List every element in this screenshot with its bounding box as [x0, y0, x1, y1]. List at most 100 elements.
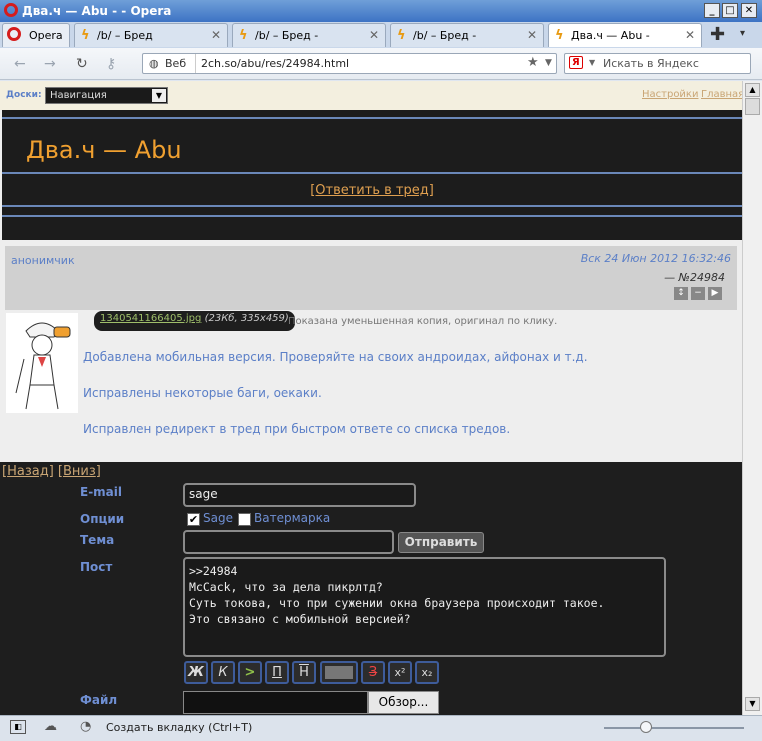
- hide-icon[interactable]: −: [691, 287, 705, 300]
- sage-checkbox[interactable]: ✔: [187, 513, 200, 526]
- post-line: Исправлен редирект в тред при быстром от…: [83, 422, 511, 436]
- file-info-pill: 1340541166405.jpg (23Кб, 335x459): [94, 311, 295, 331]
- close-window-button[interactable]: ✕: [741, 3, 757, 18]
- back-link[interactable]: Назад: [7, 464, 49, 479]
- tab-label: /b/ – Бред -: [413, 29, 477, 42]
- new-tab-button[interactable]: ✚: [710, 24, 725, 45]
- navigation-select[interactable]: Навигация ▼: [45, 87, 168, 104]
- close-tab-icon[interactable]: ✕: [527, 28, 537, 42]
- sage-label: Sage: [203, 511, 233, 525]
- browse-button[interactable]: Обзор...: [368, 691, 439, 714]
- address-bar[interactable]: ◍ Веб 2ch.so/abu/res/24984.html ★ ▼: [142, 53, 557, 74]
- header-divider: [2, 117, 742, 119]
- tab-3[interactable]: ϟ /b/ – Бред - ✕: [390, 23, 544, 47]
- tab-menu-icon[interactable]: ▾: [740, 28, 745, 39]
- strike-button[interactable]: З: [361, 661, 385, 684]
- post-line: Исправлены некоторые баги, оекаки.: [83, 386, 322, 400]
- quote-button[interactable]: >: [238, 661, 262, 684]
- search-engine-dropdown-icon[interactable]: ▼: [589, 58, 595, 67]
- spoiler-block-icon: [325, 666, 353, 679]
- star-icon[interactable]: ★: [527, 55, 539, 70]
- file-size: (23Кб, 335x459): [204, 313, 289, 324]
- maximize-button[interactable]: □: [722, 3, 738, 18]
- close-tab-icon[interactable]: ✕: [685, 28, 695, 42]
- header-divider: [2, 205, 742, 207]
- speed-dial-icon[interactable]: ◔: [80, 719, 91, 734]
- key-icon[interactable]: ⚷: [106, 56, 116, 72]
- back-icon[interactable]: ←: [14, 56, 26, 72]
- subject-label: Тема: [80, 533, 115, 547]
- board-header: Два.ч — Abu [Ответить в тред]: [2, 110, 742, 240]
- tab-4-active[interactable]: ϟ Два.ч — Abu - ✕: [548, 23, 702, 47]
- status-bar: ◧ ☁ ◔ Создать вкладку (Ctrl+T): [0, 715, 762, 741]
- tab-bar: Opera ϟ /b/ – Бред ✕ ϟ /b/ – Бред - ✕ ϟ …: [0, 22, 762, 48]
- tab-label: /b/ – Бред: [97, 29, 153, 42]
- op-post-header: анонимчик Вск 24 Июн 2012 16:32:46 — №24…: [5, 246, 737, 310]
- subscript-button[interactable]: x₂: [415, 661, 439, 684]
- spoiler-button[interactable]: [320, 661, 358, 684]
- bold-button[interactable]: Ж: [184, 661, 208, 684]
- zoom-slider-thumb[interactable]: [640, 721, 652, 733]
- down-link[interactable]: Вниз: [63, 464, 96, 479]
- cloud-icon[interactable]: ☁: [44, 719, 57, 734]
- reply-arrow-icon[interactable]: ▶: [708, 287, 722, 300]
- email-field[interactable]: sage: [183, 483, 416, 507]
- search-box[interactable]: Я ▼ Искать в Яндекс: [564, 53, 751, 74]
- scroll-down-icon[interactable]: ▼: [745, 697, 760, 711]
- file-label: Файл: [80, 693, 118, 707]
- tab-1[interactable]: ϟ /b/ – Бред ✕: [74, 23, 228, 47]
- reply-form: [Назад] [Вниз] E-mail sage Опции ✔ Sage …: [0, 462, 742, 715]
- close-tab-icon[interactable]: ✕: [211, 28, 221, 42]
- subject-field[interactable]: [183, 530, 394, 554]
- close-tab-icon[interactable]: ✕: [369, 28, 379, 42]
- post-number[interactable]: — №24984: [664, 271, 725, 284]
- underline-button[interactable]: П: [265, 661, 289, 684]
- header-divider: [2, 172, 742, 174]
- address-divider: [195, 54, 196, 73]
- post-textarea[interactable]: >>24984 McCack, что за дела пикрлтд? Сут…: [183, 557, 666, 657]
- tab-2[interactable]: ϟ /b/ – Бред - ✕: [232, 23, 386, 47]
- opera-menu-button[interactable]: Opera: [2, 23, 70, 47]
- submit-button[interactable]: Отправить: [398, 532, 484, 553]
- page-title: Два.ч — Abu: [26, 136, 182, 164]
- expand-icon[interactable]: ↕: [674, 287, 688, 300]
- page-content: Доски: Навигация ▼ Настройки Главная Два…: [0, 81, 742, 715]
- board-bar: Доски: Навигация ▼ Настройки Главная: [0, 81, 742, 110]
- overline-button[interactable]: Н: [292, 661, 316, 684]
- watermark-checkbox[interactable]: [238, 513, 251, 526]
- home-link[interactable]: Главная: [701, 89, 742, 100]
- post-thumbnail-image[interactable]: [6, 313, 78, 413]
- search-placeholder: Искать в Яндекс: [603, 57, 699, 70]
- email-value: sage: [189, 487, 218, 501]
- forward-icon[interactable]: →: [44, 56, 56, 72]
- post-author: анонимчик: [11, 254, 75, 267]
- lightning-icon: ϟ: [397, 28, 406, 43]
- lightning-icon: ϟ: [81, 28, 90, 43]
- zoom-slider-track[interactable]: [604, 727, 744, 729]
- italic-button[interactable]: К: [211, 661, 235, 684]
- minimize-button[interactable]: _: [704, 3, 720, 18]
- boards-label: Доски:: [6, 90, 42, 100]
- url-text: 2ch.so/abu/res/24984.html: [201, 57, 350, 70]
- web-label: Веб: [165, 57, 187, 70]
- tab-label: /b/ – Бред -: [255, 29, 319, 42]
- file-link[interactable]: 1340541166405.jpg: [100, 313, 201, 324]
- panel-toggle-icon[interactable]: ◧: [10, 720, 26, 734]
- scroll-thumb[interactable]: [745, 98, 760, 115]
- chevron-down-icon: ▼: [152, 89, 166, 102]
- watermark-label: Ватермарка: [254, 511, 331, 525]
- window-title: Два.ч — Abu - - Opera: [22, 4, 172, 18]
- form-nav: [Назад] [Вниз]: [2, 464, 101, 479]
- superscript-button[interactable]: x²: [388, 661, 412, 684]
- file-path-field[interactable]: [183, 691, 368, 714]
- settings-link[interactable]: Настройки: [642, 89, 698, 100]
- address-dropdown-icon[interactable]: ▼: [545, 58, 552, 68]
- reload-icon[interactable]: ↻: [76, 56, 88, 72]
- vertical-scrollbar[interactable]: ▲ ▼: [742, 81, 762, 715]
- post-line: Добавлена мобильная версия. Проверяйте н…: [83, 350, 588, 364]
- opera-menu-label: Opera: [29, 29, 63, 42]
- lightning-icon: ϟ: [555, 28, 564, 43]
- reply-to-thread-link[interactable]: [Ответить в тред]: [2, 183, 742, 198]
- navigation-bar: ← → ↻ ⚷ ◍ Веб 2ch.so/abu/res/24984.html …: [0, 48, 762, 80]
- scroll-up-icon[interactable]: ▲: [745, 83, 760, 97]
